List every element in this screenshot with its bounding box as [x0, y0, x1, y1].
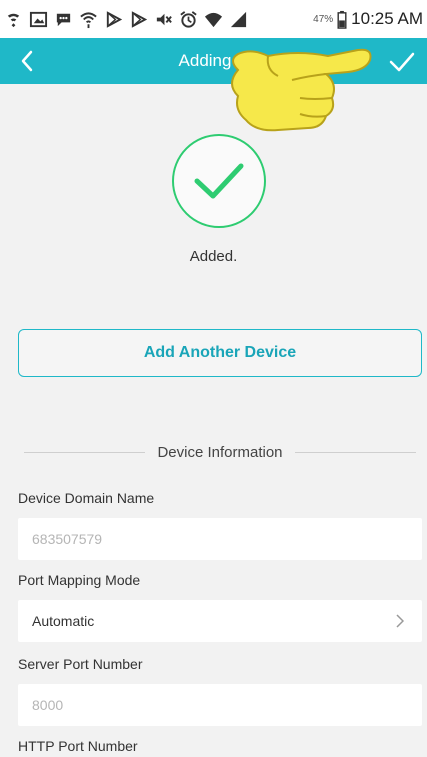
- chevron-right-icon: [396, 614, 408, 628]
- battery-icon: [337, 10, 347, 29]
- port-mapping-mode-select[interactable]: Automatic: [18, 600, 422, 642]
- mute-icon: [154, 10, 173, 29]
- signal-icon: [229, 10, 248, 29]
- play-store-icon: [104, 10, 123, 29]
- divider-line-right: [294, 451, 416, 453]
- page-title: Adding C: [178, 51, 249, 70]
- play-store-icon: [129, 10, 148, 29]
- chat-icon: [54, 10, 73, 29]
- port-mapping-mode-label: Port Mapping Mode: [18, 572, 141, 588]
- device-domain-name-field[interactable]: 683507579: [18, 518, 422, 560]
- server-port-number-field[interactable]: 8000: [18, 684, 422, 726]
- device-domain-name-value: 683507579: [32, 531, 103, 547]
- divider-line-left: [24, 451, 146, 453]
- port-mapping-mode-value: Automatic: [32, 613, 95, 629]
- status-time: 10:25 AM: [351, 9, 423, 28]
- http-port-number-label: HTTP Port Number: [18, 738, 138, 754]
- nfc-icon: [4, 10, 23, 29]
- status-right: 47% 10:25 AM: [313, 9, 423, 29]
- success-circle: [172, 134, 266, 228]
- header-bar: Adding C: [0, 38, 427, 84]
- battery-percentage: 47%: [313, 13, 334, 25]
- alarm-icon: [179, 10, 198, 29]
- device-domain-name-label: Device Domain Name: [18, 490, 155, 506]
- chevron-left-icon: [21, 50, 33, 72]
- back-button[interactable]: [12, 46, 42, 76]
- added-message: Added.: [189, 248, 238, 265]
- status-icons: [4, 10, 313, 29]
- section-title: Device Information: [157, 443, 283, 461]
- gallery-icon: [29, 10, 48, 29]
- device-information-divider: Device Information: [24, 440, 416, 464]
- confirm-button[interactable]: [385, 45, 419, 79]
- add-another-device-button[interactable]: Add Another Device: [18, 329, 422, 377]
- checkmark-icon: [389, 52, 415, 72]
- status-bar: 47% 10:25 AM: [0, 0, 427, 38]
- wifi-icon: [204, 10, 223, 29]
- server-port-number-label: Server Port Number: [18, 656, 143, 672]
- server-port-number-value: 8000: [32, 697, 64, 713]
- checkmark-circle-icon: [194, 163, 244, 199]
- hotspot-icon: [79, 10, 98, 29]
